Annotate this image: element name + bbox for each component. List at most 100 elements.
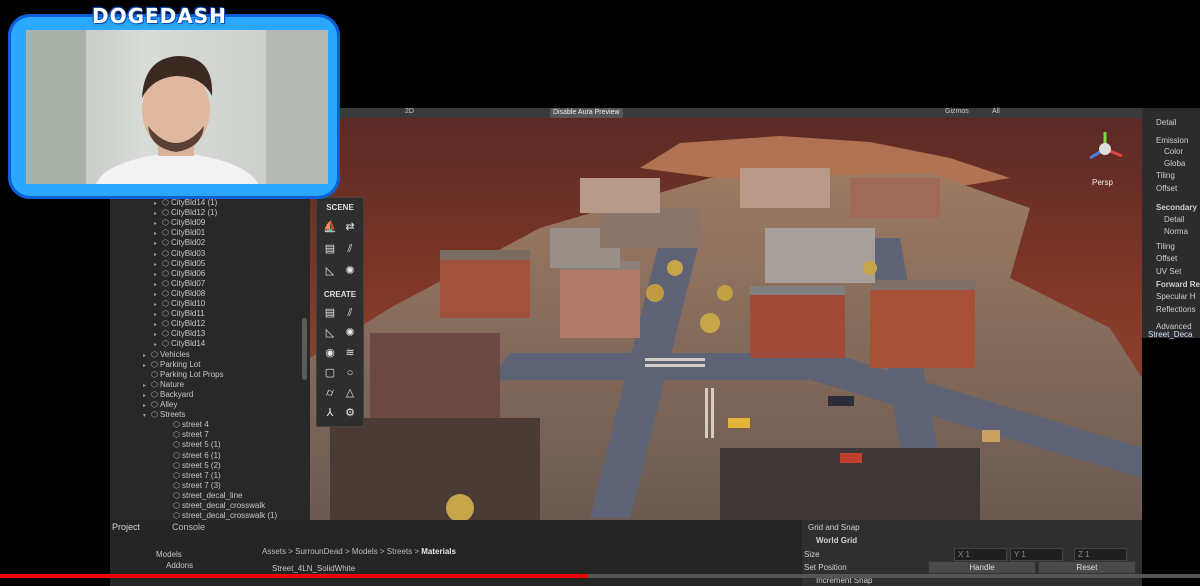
gizmos-dropdown[interactable]: Gizmos <box>945 108 969 115</box>
sphere-icon[interactable]: ○ <box>341 364 359 382</box>
inspector-property[interactable]: Reflections <box>1156 305 1196 314</box>
hierarchy-item[interactable]: ⬡ street 4 <box>165 420 209 430</box>
hierarchy-item[interactable]: ▸ ⬡ Parking Lot <box>143 360 200 370</box>
layers-icon[interactable]: ≋ <box>341 344 359 362</box>
hierarchy-item[interactable]: ▸ ⬡ CityBld05 <box>154 259 205 269</box>
sun-create-icon[interactable]: ✺ <box>341 324 359 342</box>
hierarchy-item[interactable]: ▸ ⬡ CityBld03 <box>154 249 205 259</box>
hierarchy-item-label: CityBld11 <box>171 309 205 319</box>
gameobject-icon: ⬡ <box>162 278 169 288</box>
persp-label[interactable]: Persp <box>1092 178 1113 187</box>
size-y-field[interactable]: Y 1 <box>1010 548 1063 561</box>
sun-icon[interactable]: ✺ <box>341 262 359 280</box>
hierarchy-scrollbar[interactable] <box>302 318 307 380</box>
world-grid-header[interactable]: World Grid <box>816 536 857 545</box>
hierarchy-item-label: CityBld12 (1) <box>171 208 218 218</box>
inspector-property[interactable]: Globa <box>1164 159 1185 168</box>
hierarchy-item-label: CityBld12 <box>171 319 206 329</box>
selected-object-name: Street_Deca <box>1148 330 1193 339</box>
inspector-property[interactable]: Detail <box>1164 215 1184 224</box>
breadcrumb-item[interactable]: Models <box>352 547 378 556</box>
inspector-property[interactable]: Norma <box>1164 227 1188 236</box>
camera-icon[interactable]: ▤ <box>321 240 339 258</box>
gear-icon[interactable]: ⚙ <box>341 404 359 422</box>
size-x-field[interactable]: X 1 <box>954 548 1007 561</box>
inspector-property[interactable]: UV Set <box>1156 267 1181 276</box>
hierarchy-item[interactable]: ⬡ street 7 (3) <box>165 481 221 491</box>
disable-aura-preview-button[interactable]: Disable Aura Preview <box>550 108 623 118</box>
hierarchy-item[interactable]: ▸ ⬡ CityBld01 <box>154 228 205 238</box>
swap-icon[interactable]: ⇄ <box>341 218 359 236</box>
hierarchy-item[interactable]: ⬡ street 7 <box>165 430 209 440</box>
lines-create-icon[interactable]: ⫽ <box>341 304 359 322</box>
orientation-gizmo[interactable] <box>1082 126 1128 172</box>
hierarchy-item[interactable]: ⬡ street 6 (1) <box>165 451 221 461</box>
inspector-property[interactable]: Secondary <box>1156 203 1197 212</box>
ruler-icon[interactable]: ◺ <box>321 262 339 280</box>
camera-create-icon[interactable]: ▤ <box>321 304 339 322</box>
hierarchy-item[interactable]: ▸ ⬡ CityBld08 <box>154 289 205 299</box>
inspector-property[interactable]: Detail <box>1156 118 1176 127</box>
breadcrumb-item[interactable]: Materials <box>421 547 456 556</box>
cone-icon[interactable]: △ <box>341 384 359 402</box>
paint-icon[interactable]: ⛵ <box>321 218 339 236</box>
gameobject-icon: ⬡ <box>162 268 169 278</box>
reset-button[interactable]: Reset <box>1038 561 1136 574</box>
breadcrumb-item[interactable]: SurrounDead <box>295 547 343 556</box>
broadcast-icon[interactable]: ◉ <box>321 344 339 362</box>
hierarchy-item[interactable]: ▸ ⬡ CityBld06 <box>154 269 205 279</box>
inspector-property[interactable]: Specular H <box>1156 292 1196 301</box>
hierarchy-item[interactable]: ▸ ⬡ Nature <box>143 380 184 390</box>
fold-arrow-icon[interactable]: ▾ <box>143 411 151 421</box>
scene-view[interactable]: Persp <box>310 118 1142 520</box>
hierarchy-item[interactable]: ▸ ⬡ Alley <box>143 400 177 410</box>
hierarchy-item[interactable]: ▸ ⬡ CityBld11 <box>154 309 205 319</box>
inspector-property[interactable]: Forward Re <box>1156 280 1200 289</box>
size-z-field[interactable]: Z 1 <box>1074 548 1127 561</box>
breadcrumb-item[interactable]: Assets <box>262 547 286 556</box>
hierarchy-item[interactable]: ⬡ street 5 (2) <box>165 461 221 471</box>
ruler-create-icon[interactable]: ◺ <box>321 324 339 342</box>
folder-models[interactable]: Models <box>156 550 182 559</box>
tab-console[interactable]: Console <box>172 522 205 532</box>
hierarchy-item[interactable]: ▸ ⬡ Backyard <box>143 390 193 400</box>
scene-toolbar: 2D Disable Aura Preview Gizmos All <box>310 108 1144 118</box>
filter-all[interactable]: All <box>992 108 1000 115</box>
hierarchy-item[interactable]: ▸ ⬡ CityBld13 <box>154 329 205 339</box>
hierarchy-item[interactable]: ⬡ street_decal_line <box>165 491 242 501</box>
hierarchy-item[interactable]: ▸ ⬡ CityBld12 <box>154 319 205 329</box>
hierarchy-item[interactable]: ▸ ⬡ CityBld14 <box>154 339 205 349</box>
inspector-property[interactable]: Tiling <box>1156 242 1175 251</box>
hierarchy-item-label: CityBld05 <box>171 258 206 268</box>
inspector-property[interactable]: Offset <box>1156 184 1177 193</box>
hierarchy-item[interactable]: ⬡ Parking Lot Props <box>143 370 224 380</box>
inspector-property[interactable]: Emission <box>1156 136 1188 145</box>
city-scene-render <box>310 136 1142 520</box>
hierarchy-item[interactable]: ▸ ⬡ Vehicles <box>143 350 190 360</box>
inspector-property[interactable]: Color <box>1164 147 1183 156</box>
hierarchy-item[interactable]: ▸ ⬡ CityBld07 <box>154 279 205 289</box>
hierarchy-item[interactable]: ▸ ⬡ CityBld10 <box>154 299 205 309</box>
folder-addons[interactable]: Addons <box>166 561 193 570</box>
hierarchy-item[interactable]: ⬡ street 7 (1) <box>165 471 221 481</box>
lines-icon[interactable]: ⫽ <box>341 240 359 258</box>
2d-toggle[interactable]: 2D <box>405 108 414 115</box>
inspector-property[interactable]: Tiling <box>1156 171 1175 180</box>
grid-snap-tab[interactable]: Grid and Snap <box>808 523 860 532</box>
asset-item[interactable]: Street_4LN_SolidWhite <box>272 564 355 573</box>
handle-button[interactable]: Handle <box>928 561 1036 574</box>
breadcrumb-item[interactable]: Streets <box>387 547 412 556</box>
hierarchy-item[interactable]: ⬡ street 5 (1) <box>165 440 221 450</box>
hierarchy-item[interactable]: ▸ ⬡ CityBld14 (1) <box>154 198 217 208</box>
hierarchy-item[interactable]: ⬡ street_decal_crosswalk <box>165 501 265 511</box>
hierarchy-item[interactable]: ▾ ⬡ Streets <box>143 410 185 420</box>
inspector-property[interactable]: Offset <box>1156 254 1177 263</box>
hierarchy-item[interactable]: ▸ ⬡ CityBld12 (1) <box>154 208 217 218</box>
nodes-icon[interactable]: ⅄ <box>321 404 339 422</box>
hierarchy-item[interactable]: ▸ ⬡ CityBld09 <box>154 218 205 228</box>
cube-icon[interactable]: ▢ <box>321 364 339 382</box>
hierarchy-item-label: CityBld02 <box>171 238 206 248</box>
hierarchy-item[interactable]: ▸ ⬡ CityBld02 <box>154 238 205 248</box>
tab-project[interactable]: Project <box>112 522 140 532</box>
cylinder-icon[interactable]: ⌭ <box>321 384 339 402</box>
